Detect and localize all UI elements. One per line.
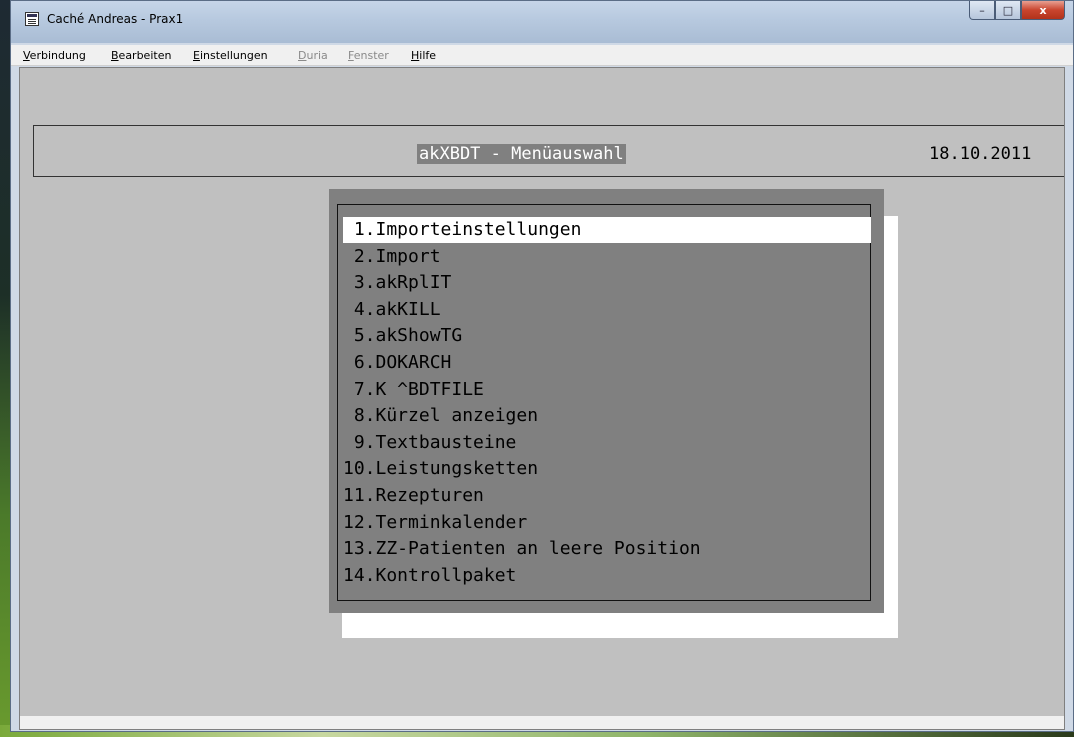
menu-panel: 1.Importeinstellungen 2.Import 3.akRplIT… [329,189,884,613]
menu-item[interactable]: 11.Rezepturen [343,483,484,509]
close-button[interactable]: x [1021,1,1065,20]
menu-item[interactable]: 7.K ^BDTFILE [343,377,484,403]
status-strip [20,716,1064,729]
terminal-area[interactable]: akXBDT - Menüauswahl 18.10.2011 1.Import… [19,67,1065,730]
menu-einstellungen[interactable]: Einstellungen [193,49,268,62]
window-title: Caché Andreas - Prax1 [47,12,184,26]
menu-item[interactable]: 12.Terminkalender [343,510,527,536]
menu-item[interactable]: 3.akRplIT [343,270,452,296]
maximize-button[interactable]: □ [995,1,1021,20]
menu-verbindung[interactable]: Verbindung [23,49,86,62]
menu-item[interactable]: 9.Textbausteine [343,430,517,456]
menu-item[interactable]: 4.akKILL [343,297,441,323]
menu-hilfe[interactable]: Hilfe [411,49,436,62]
screen-date: 18.10.2011 [929,144,1032,164]
menu-item[interactable]: 5.akShowTG [343,323,462,349]
menu-duria[interactable]: Duria [298,49,328,62]
menu-bearbeiten[interactable]: Bearbeiten [111,49,171,62]
window-controls: – □ x [969,1,1065,21]
title-bar[interactable]: Caché Andreas - Prax1 – □ x [11,1,1073,43]
menu-item[interactable]: 10.Leistungsketten [343,456,538,482]
menu-item[interactable]: 14.Kontrollpaket [343,563,516,589]
terminal-app-icon[interactable] [25,12,39,26]
minimize-icon: – [979,3,985,17]
app-window: Caché Andreas - Prax1 – □ x Verbindung B… [10,0,1074,732]
menu-item[interactable]: 13.ZZ-Patienten an leere Position [343,536,701,562]
menu-item[interactable]: 1.Importeinstellungen [343,217,871,243]
close-icon: x [1039,3,1047,17]
minimize-button[interactable]: – [969,1,995,20]
menu-item[interactable]: 8.Kürzel anzeigen [343,403,538,429]
menu-bar: Verbindung Bearbeiten Einstellungen Duri… [11,45,1073,66]
maximize-icon: □ [1002,3,1014,17]
menu-fenster[interactable]: Fenster [348,49,389,62]
menu-item[interactable]: 2.Import [343,244,441,270]
screen-title: akXBDT - Menüauswahl [417,144,626,164]
menu-item[interactable]: 6.DOKARCH [343,350,452,376]
